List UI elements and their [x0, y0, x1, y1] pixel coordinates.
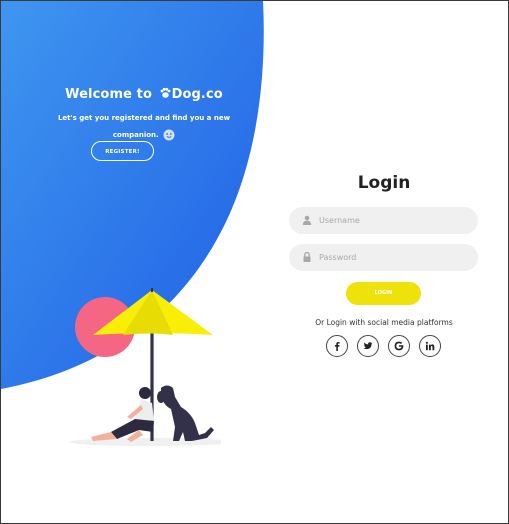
linkedin-icon [425, 341, 435, 351]
login-title: Login [357, 173, 411, 193]
register-button[interactable]: REGISTER! [91, 141, 154, 161]
welcome-block: Welcome to Dog.co Let's get you register… [37, 87, 251, 144]
username-input[interactable] [319, 207, 469, 234]
login-page: Welcome to Dog.co Let's get you register… [0, 0, 509, 524]
google-button[interactable] [388, 335, 410, 357]
welcome-prefix: Welcome to [65, 87, 157, 102]
paw-icon [160, 87, 171, 98]
smiley-icon [163, 129, 175, 141]
brand-name: Dog.co [171, 87, 223, 102]
linkedin-button[interactable] [419, 335, 441, 357]
twitter-button[interactable] [357, 335, 379, 357]
user-icon [302, 215, 312, 225]
social-login-text: Or Login with social media platforms [315, 318, 453, 327]
password-input[interactable] [319, 244, 469, 271]
facebook-icon [335, 342, 340, 351]
login-button[interactable]: LOGIN [346, 282, 421, 305]
welcome-subtitle: Let's get you registered and find you a … [57, 114, 231, 141]
lock-icon [303, 252, 311, 262]
username-field [289, 207, 478, 234]
facebook-button[interactable] [326, 335, 348, 357]
google-icon [394, 341, 404, 351]
password-field [289, 244, 478, 271]
welcome-heading: Welcome to Dog.co [37, 87, 251, 102]
twitter-icon [363, 342, 373, 350]
umbrella-dog-illustration [69, 288, 221, 446]
